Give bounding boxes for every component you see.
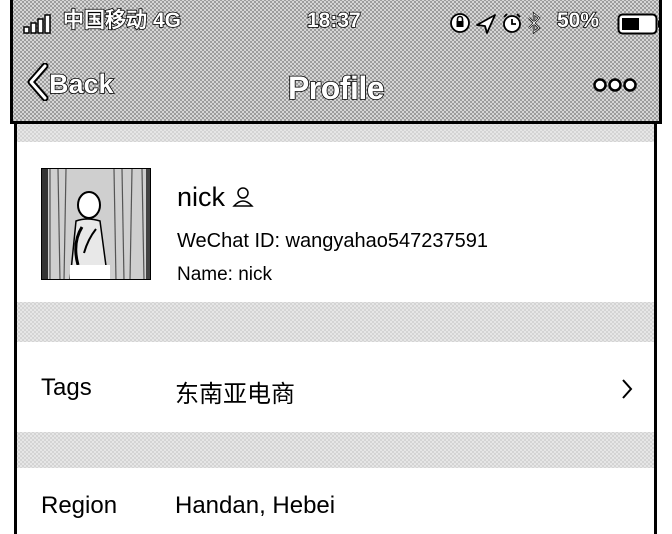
battery-percentage: 50%	[556, 8, 600, 33]
chevron-right-icon	[620, 378, 634, 405]
header-bar: 中国移动 4G 18:37 50% Back Profile	[10, 0, 662, 124]
tags-row[interactable]: Tags 东南亚电商	[17, 342, 654, 432]
bluetooth-icon	[528, 11, 541, 35]
section-divider	[17, 302, 654, 342]
tags-value: 东南亚电商	[175, 381, 295, 408]
region-value: Handan, Hebei	[175, 492, 336, 519]
more-dots-icon	[593, 78, 637, 98]
profile-card: nick WeChat ID: wangyahao547237591 Name:…	[17, 142, 654, 302]
orientation-lock-icon	[450, 13, 470, 33]
signal-strength-icon	[23, 14, 59, 40]
person-icon	[231, 186, 255, 213]
page-title: Profile	[287, 69, 385, 107]
nickname-row: nick	[177, 182, 255, 213]
alarm-icon	[503, 13, 521, 33]
avatar[interactable]	[41, 168, 151, 280]
section-divider	[17, 432, 654, 468]
status-time: 18:37	[306, 8, 361, 33]
region-row: Region Handan, Hebei	[17, 468, 654, 534]
carrier-name: 中国移动	[62, 8, 148, 33]
wechat-id: WeChat ID: wangyahao547237591	[177, 230, 488, 252]
tags-label: Tags	[41, 374, 92, 401]
navigation-bar: Back Profile	[13, 44, 659, 124]
status-icons	[449, 11, 553, 41]
nickname: nick	[177, 182, 226, 212]
section-divider	[17, 124, 654, 142]
status-bar: 中国移动 4G 18:37 50%	[13, 0, 662, 44]
network-type: 4G	[152, 8, 182, 33]
more-options-button[interactable]	[593, 76, 637, 99]
location-icon	[476, 14, 496, 34]
profile-content: nick WeChat ID: wangyahao547237591 Name:…	[14, 124, 657, 534]
region-label: Region	[41, 492, 118, 519]
real-name: Name: nick	[177, 264, 273, 285]
battery-icon	[617, 13, 665, 41]
